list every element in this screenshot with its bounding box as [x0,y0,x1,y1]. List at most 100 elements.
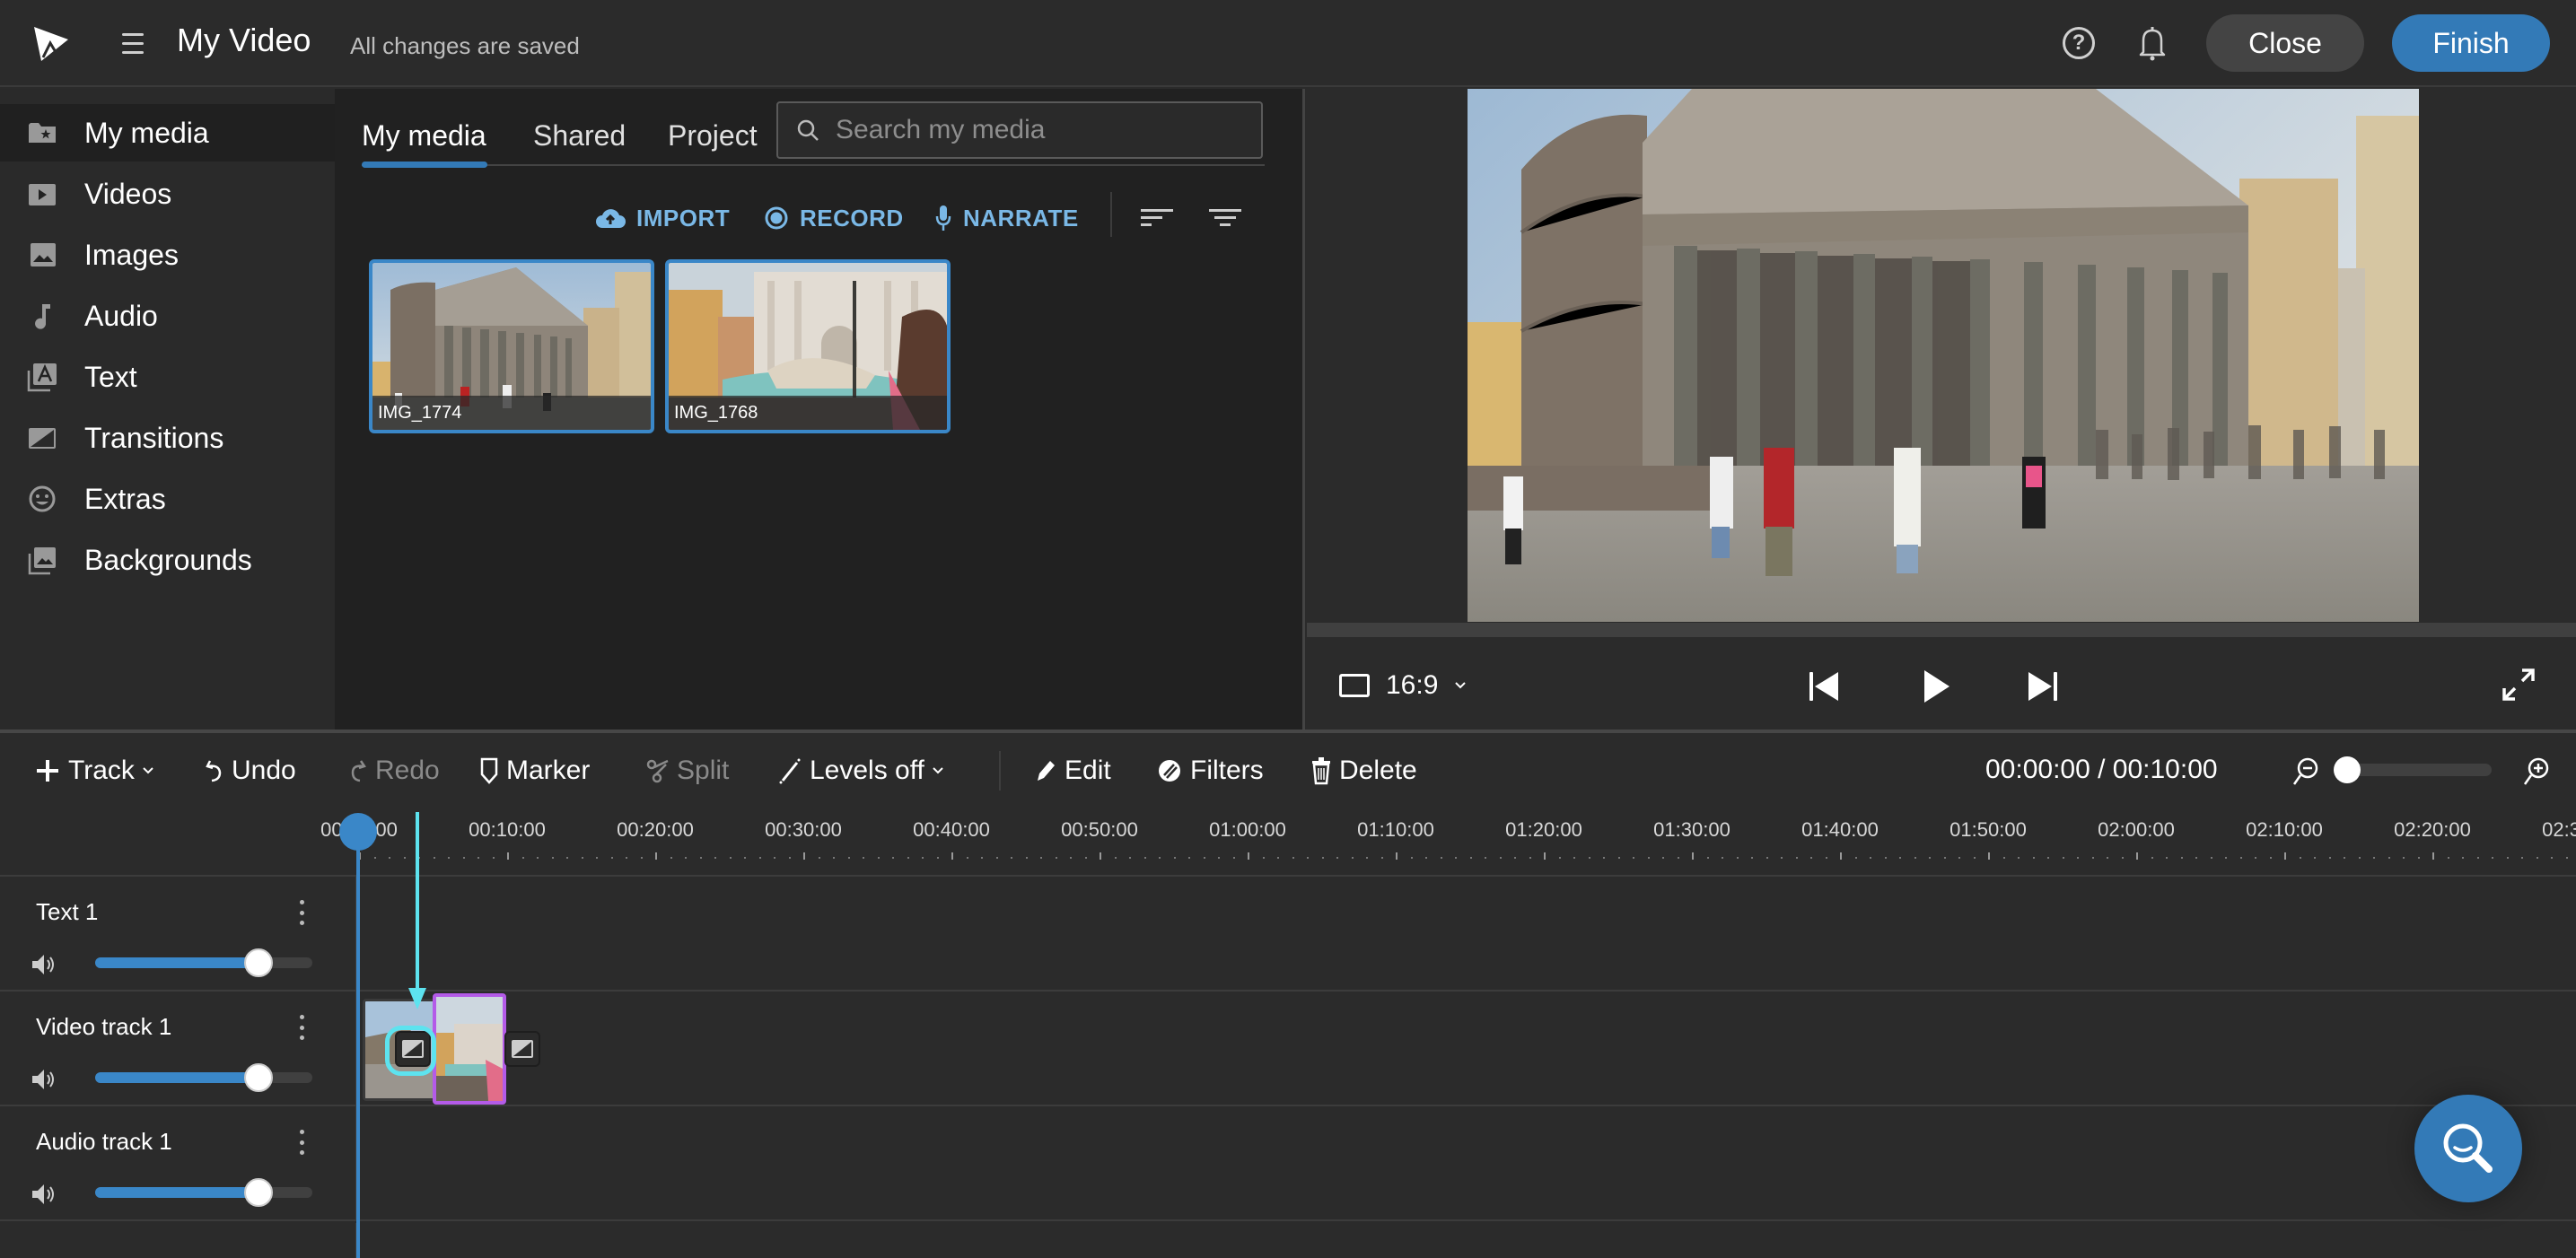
filter-icon[interactable] [1207,202,1243,234]
zoom-in-icon[interactable] [2522,756,2551,787]
fullscreen-icon[interactable] [2499,665,2538,704]
search-box[interactable] [776,101,1263,159]
ruler-minor-tick [2269,857,2272,859]
edit-label: Edit [1065,756,1111,785]
ruler-minor-tick [418,857,420,859]
ruler-major-tick [803,852,805,860]
split-button[interactable]: Split [644,751,729,791]
project-title[interactable]: My Video [177,22,311,59]
tab-project[interactable]: Project [668,119,758,153]
ruler-label: 00:20:00 [617,818,694,841]
sidebar-item-audio[interactable]: Audio [0,287,335,345]
timeline-clip-img-1768-selected[interactable] [433,993,506,1105]
ruler-minor-tick [478,857,479,859]
ruler-minor-tick [1188,857,1190,859]
delete-button[interactable]: Delete [1310,751,1417,791]
ruler-minor-tick [1011,857,1012,859]
transition-icon [512,1040,533,1058]
ruler-minor-tick [670,857,672,859]
track-header-filler [0,1223,357,1258]
top-bar: My Video All changes are saved ? Close F… [0,0,2576,87]
search-smile-icon [2443,1123,2493,1173]
track-volume-slider[interactable] [95,1178,312,1207]
filters-button[interactable]: Filters [1156,751,1264,791]
sort-icon[interactable] [1139,202,1175,234]
trash-icon [1312,757,1330,785]
ruler-minor-tick [1795,857,1798,859]
volume-fill [95,1072,258,1083]
preview-frame-pantheon [1468,89,2419,622]
ruler-minor-tick [2077,857,2079,859]
volume-icon[interactable] [31,1067,57,1092]
aspect-ratio-dropdown[interactable]: 16:9 [1339,663,1467,708]
media-item[interactable]: IMG_1768 [665,259,951,433]
sidebar-item-text[interactable]: Text [0,348,335,406]
record-label: RECORD [800,204,904,232]
search-input[interactable] [836,115,1249,145]
ruler-minor-tick [2018,857,2020,859]
sidebar-item-videos[interactable]: Videos [0,165,335,223]
volume-icon[interactable] [31,952,57,977]
ruler-label: 01:00:00 [1209,818,1286,841]
track-name: Audio track 1 [36,1128,172,1155]
volume-thumb[interactable] [243,948,273,977]
image-icon [31,243,56,266]
narrate-button[interactable]: NARRATE [934,200,1079,236]
skip-to-start-button[interactable] [1804,667,1844,706]
ruler-minor-tick [1380,857,1383,859]
transition-button-2[interactable] [504,1031,540,1067]
sidebar-item-extras[interactable]: Extras [0,470,335,528]
chevron-down-icon [933,767,943,774]
ruler-minor-tick [1870,857,1871,859]
marker-button[interactable]: Marker [479,751,590,791]
track-volume-slider[interactable] [95,1063,312,1092]
close-button[interactable]: Close [2206,14,2364,72]
timecode-display: 00:00:00 / 00:10:00 [1985,755,2218,784]
undo-button[interactable]: Undo [205,751,296,791]
ruler-label: 02:10:00 [2246,818,2323,841]
media-item[interactable]: IMG_1774 [369,259,654,433]
tab-my-media[interactable]: My media [362,119,486,153]
notification-bell-icon[interactable] [2136,25,2169,61]
track-menu-icon[interactable] [296,1011,307,1044]
add-track-button[interactable]: Track [34,751,154,791]
finish-button[interactable]: Finish [2392,14,2550,72]
preview-scrub-bar[interactable] [1307,623,2576,637]
record-button[interactable]: RECORD [764,200,904,236]
ruler-minor-tick [1040,857,1042,859]
timeline-zoom-thumb[interactable] [2334,756,2361,783]
levels-dropdown[interactable]: Levels off [777,751,944,791]
app-logo-icon[interactable] [31,23,70,63]
ruler-minor-tick [581,857,583,859]
track-menu-icon[interactable] [296,896,307,929]
skip-to-end-button[interactable] [2023,667,2063,706]
volume-thumb[interactable] [243,1178,273,1207]
ruler-minor-tick [2373,857,2375,859]
track-volume-slider[interactable] [95,948,312,977]
play-button[interactable] [1915,667,1955,706]
ruler-minor-tick [2565,857,2568,859]
sidebar-item-transitions[interactable]: Transitions [0,409,335,467]
edit-button[interactable]: Edit [1034,751,1111,791]
zoom-out-icon[interactable] [2291,756,2320,787]
playhead-handle[interactable] [339,813,377,851]
sidebar-item-my-media[interactable]: My media [0,104,335,162]
sidebar-item-backgrounds[interactable]: Backgrounds [0,531,335,589]
ruler-minor-tick [1455,857,1457,859]
help-search-button[interactable] [2414,1095,2522,1202]
menu-icon[interactable] [117,27,149,59]
redo-button[interactable]: Redo [348,751,440,791]
tab-shared[interactable]: Shared [533,119,626,153]
volume-thumb[interactable] [243,1063,273,1092]
video-icon [29,184,56,205]
volume-icon[interactable] [31,1182,57,1207]
import-button[interactable]: IMPORT [595,200,730,236]
track-menu-icon[interactable] [296,1126,307,1158]
timeline-ruler[interactable]: 00:00:0000:10:0000:20:0000:30:0000:40:00… [320,808,2576,875]
sidebar-item-images[interactable]: Images [0,226,335,284]
preview-canvas[interactable] [1468,89,2419,622]
transition-button-1[interactable] [395,1031,431,1067]
delete-label: Delete [1339,756,1417,785]
help-icon[interactable]: ? [2063,27,2095,59]
pencil-icon [1038,761,1055,781]
